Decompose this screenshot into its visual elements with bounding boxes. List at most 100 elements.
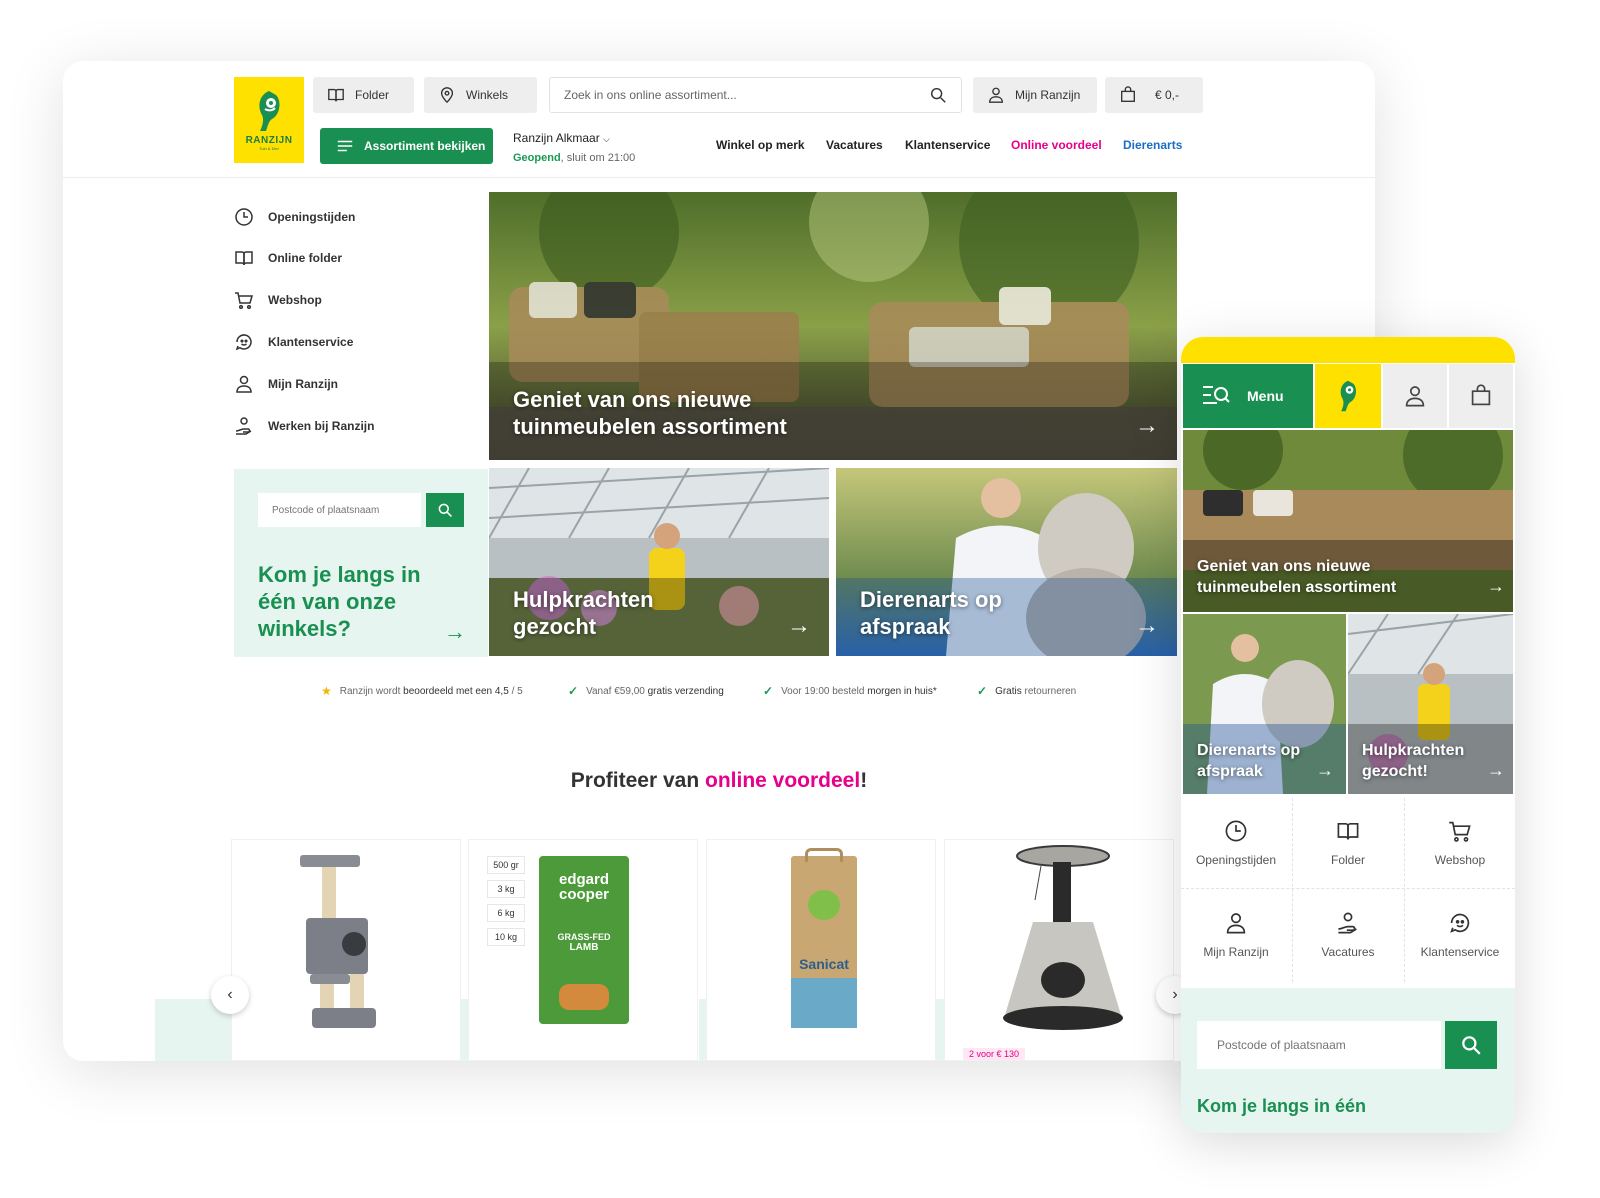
arrow-right-icon: → <box>1487 760 1505 780</box>
usp-returns: ✓ Gratis retourneren <box>977 684 1076 698</box>
dog-food-bag-image: edgard cooper GRASS-FED LAMB <box>539 856 629 1024</box>
cart-button[interactable]: € 0,- <box>1105 77 1203 113</box>
postcode-search-button[interactable] <box>426 493 464 527</box>
user-icon <box>989 87 1003 103</box>
cat-litter-bag-image: Sanicat <box>791 848 857 1028</box>
sidebar-item-klantenservice[interactable]: Klantenservice <box>234 332 353 352</box>
check-icon: ✓ <box>763 684 774 698</box>
account-label: Mijn Ranzijn <box>1015 88 1081 102</box>
parrot-logo-icon <box>259 91 280 131</box>
sidebar-item-webshop[interactable]: Webshop <box>234 290 322 310</box>
mobile-banner-main-title: Geniet van ons nieuwe tuinmeubelen assor… <box>1197 558 1397 596</box>
nav-winkel-op-merk[interactable]: Winkel op merk <box>716 138 805 152</box>
hand-icon <box>1338 912 1357 934</box>
store-finder-box: Kom je langs in één van onze winkels? → <box>234 469 488 657</box>
folder-label: Folder <box>355 88 390 102</box>
size-option[interactable]: 10 kg <box>487 928 525 946</box>
mobile-grid-vacatures[interactable]: Vacatures <box>1293 890 1403 980</box>
search-icon <box>438 503 452 517</box>
size-option[interactable]: 6 kg <box>487 904 525 922</box>
mobile-banner-vet-title: Dierenarts op afspraak <box>1197 742 1301 780</box>
product-card[interactable] <box>231 839 461 1061</box>
winkels-button[interactable]: Winkels <box>424 77 537 113</box>
nav-dierenarts[interactable]: Dierenarts <box>1123 138 1182 152</box>
cat-tree-image <box>300 855 376 1028</box>
cat-basket-image <box>1003 845 1123 1030</box>
mobile-banner-helpers-title: Hulpkrachten gezocht! <box>1362 742 1465 780</box>
usp-delivery: ✓ Voor 19:00 besteld morgen in huis* <box>763 684 937 698</box>
folder-button[interactable]: Folder <box>313 77 414 113</box>
usp-rating-prefix: Ranzijn wordt <box>339 685 401 697</box>
mobile-account-button[interactable] <box>1383 364 1447 428</box>
mobile-grid-label: Folder <box>1330 853 1365 867</box>
bag-band <box>791 978 857 1028</box>
bag-line2: LAMB <box>569 942 599 953</box>
mobile-postcode-input[interactable] <box>1197 1021 1441 1069</box>
mobile-menu-label: Menu <box>1247 388 1284 404</box>
arrow-right-icon: → <box>1135 612 1159 639</box>
ranzijn-logo[interactable]: RANZIJN Tuin & Dier <box>234 77 304 163</box>
nav-klantenservice[interactable]: Klantenservice <box>905 138 990 152</box>
product-card[interactable]: 500 gr 3 kg 6 kg 10 kg edgard cooper GRA… <box>468 839 698 1061</box>
sidebar-item-label: Online folder <box>268 251 343 265</box>
mobile-postcode-search-button[interactable] <box>1445 1021 1497 1069</box>
clock-icon <box>235 208 253 226</box>
sidebar-item-mijn-ranzijn[interactable]: Mijn Ranzijn <box>234 374 338 394</box>
heart-emblem <box>808 890 840 920</box>
mobile-grid-openingstijden[interactable]: Openingstijden <box>1181 798 1291 888</box>
product-card[interactable]: 2 voor € 130 <box>944 839 1174 1061</box>
mobile-menu-button[interactable]: Menu <box>1183 364 1313 428</box>
assortment-label: Assortiment bekijken <box>364 139 486 153</box>
banner-tuinmeubelen[interactable]: Geniet van ons nieuwe tuinmeubelen assor… <box>489 192 1177 460</box>
banner-hulpkrachten[interactable]: Hulpkrachten gezocht → <box>489 468 829 656</box>
product-card[interactable]: Sanicat <box>706 839 936 1061</box>
assortment-button[interactable]: Assortiment bekijken <box>320 128 493 164</box>
support-icon <box>235 334 252 351</box>
search-icon[interactable] <box>929 86 947 104</box>
mobile-grid-folder[interactable]: Folder <box>1293 798 1403 888</box>
mobile-logo[interactable] <box>1315 364 1381 428</box>
usp-rating-suffix: / 5 <box>511 685 523 697</box>
sidebar-item-online-folder[interactable]: Online folder <box>234 248 342 268</box>
header-divider <box>63 177 1375 178</box>
arrow-right-icon: → <box>787 612 811 639</box>
cart-icon <box>1449 821 1471 842</box>
location-pin-icon <box>440 87 454 104</box>
promo-suffix: ! <box>860 769 868 792</box>
sidebar-item-openingstijden[interactable]: Openingstijden <box>234 207 355 227</box>
desktop-browser-window: RANZIJN Tuin & Dier Folder Winkels Mijn … <box>63 61 1375 1061</box>
shopping-bag-icon <box>1121 86 1135 102</box>
nav-online-voordeel[interactable]: Online voordeel <box>1011 138 1102 152</box>
chevron-left-icon: ‹ <box>227 986 233 1003</box>
mobile-grid-webshop[interactable]: Webshop <box>1405 798 1515 888</box>
banner-helpers-title: Hulpkrachten gezocht <box>513 587 654 639</box>
logo-wordmark: RANZIJN <box>245 135 293 146</box>
size-selector: 500 gr 3 kg 6 kg 10 kg <box>487 856 525 946</box>
search-input[interactable] <box>564 88 929 102</box>
nav-vacatures[interactable]: Vacatures <box>826 138 883 152</box>
carousel-prev-button[interactable]: ‹ <box>211 976 249 1014</box>
mobile-banner-dierenarts[interactable]: Dierenarts op afspraak → <box>1183 614 1346 794</box>
mobile-banner-hulpkrachten[interactable]: Hulpkrachten gezocht! → <box>1348 614 1513 794</box>
postcode-input[interactable] <box>258 493 421 527</box>
usp-delivery-bold: morgen in huis* <box>867 685 937 697</box>
banner-dierenarts[interactable]: Dierenarts op afspraak → <box>836 468 1177 656</box>
promo-highlight: online voordeel <box>705 769 861 792</box>
logo-tagline: Tuin & Dier <box>259 146 279 151</box>
hand-icon <box>235 417 252 435</box>
store-selector[interactable]: Ranzijn Alkmaar ⌵ Geopend, sluit om 21:0… <box>513 129 635 168</box>
mobile-banner-tuinmeubelen[interactable]: Geniet van ons nieuwe tuinmeubelen assor… <box>1183 430 1513 612</box>
sidebar-item-label: Webshop <box>268 293 322 307</box>
mobile-store-finder: Kom je langs in één <box>1181 988 1515 1133</box>
menu-search-icon <box>1203 386 1230 404</box>
size-option[interactable]: 3 kg <box>487 880 525 898</box>
mobile-cart-button[interactable] <box>1449 364 1513 428</box>
sidebar-item-werken-bij[interactable]: Werken bij Ranzijn <box>234 416 374 436</box>
mobile-grid-mijn-ranzijn[interactable]: Mijn Ranzijn <box>1181 890 1291 980</box>
account-button[interactable]: Mijn Ranzijn <box>973 77 1097 113</box>
arrow-right-icon[interactable]: → <box>444 619 466 645</box>
size-option[interactable]: 500 gr <box>487 856 525 874</box>
mobile-grid-klantenservice[interactable]: Klantenservice <box>1405 890 1515 980</box>
grid-divider <box>1404 798 1405 982</box>
mobile-grid-label: Mijn Ranzijn <box>1203 945 1269 959</box>
